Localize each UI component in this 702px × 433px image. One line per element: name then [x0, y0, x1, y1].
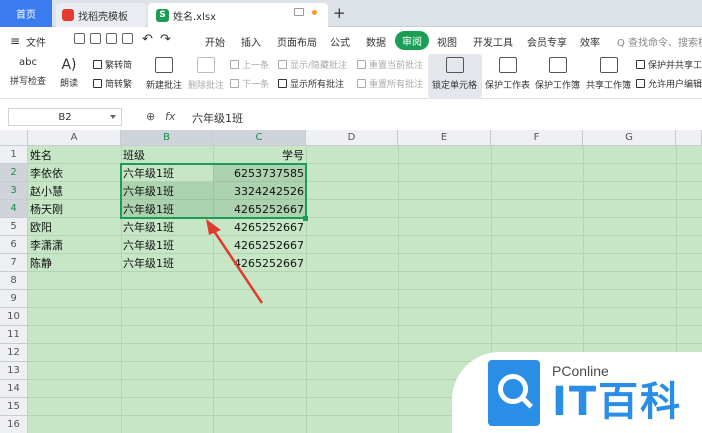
pconline-logo-icon [488, 360, 540, 426]
arrow-head [206, 219, 221, 235]
arrow-shaft [210, 227, 264, 304]
watermark-name: IT百科 [552, 379, 683, 425]
watermark-brand: PConline [552, 363, 609, 379]
